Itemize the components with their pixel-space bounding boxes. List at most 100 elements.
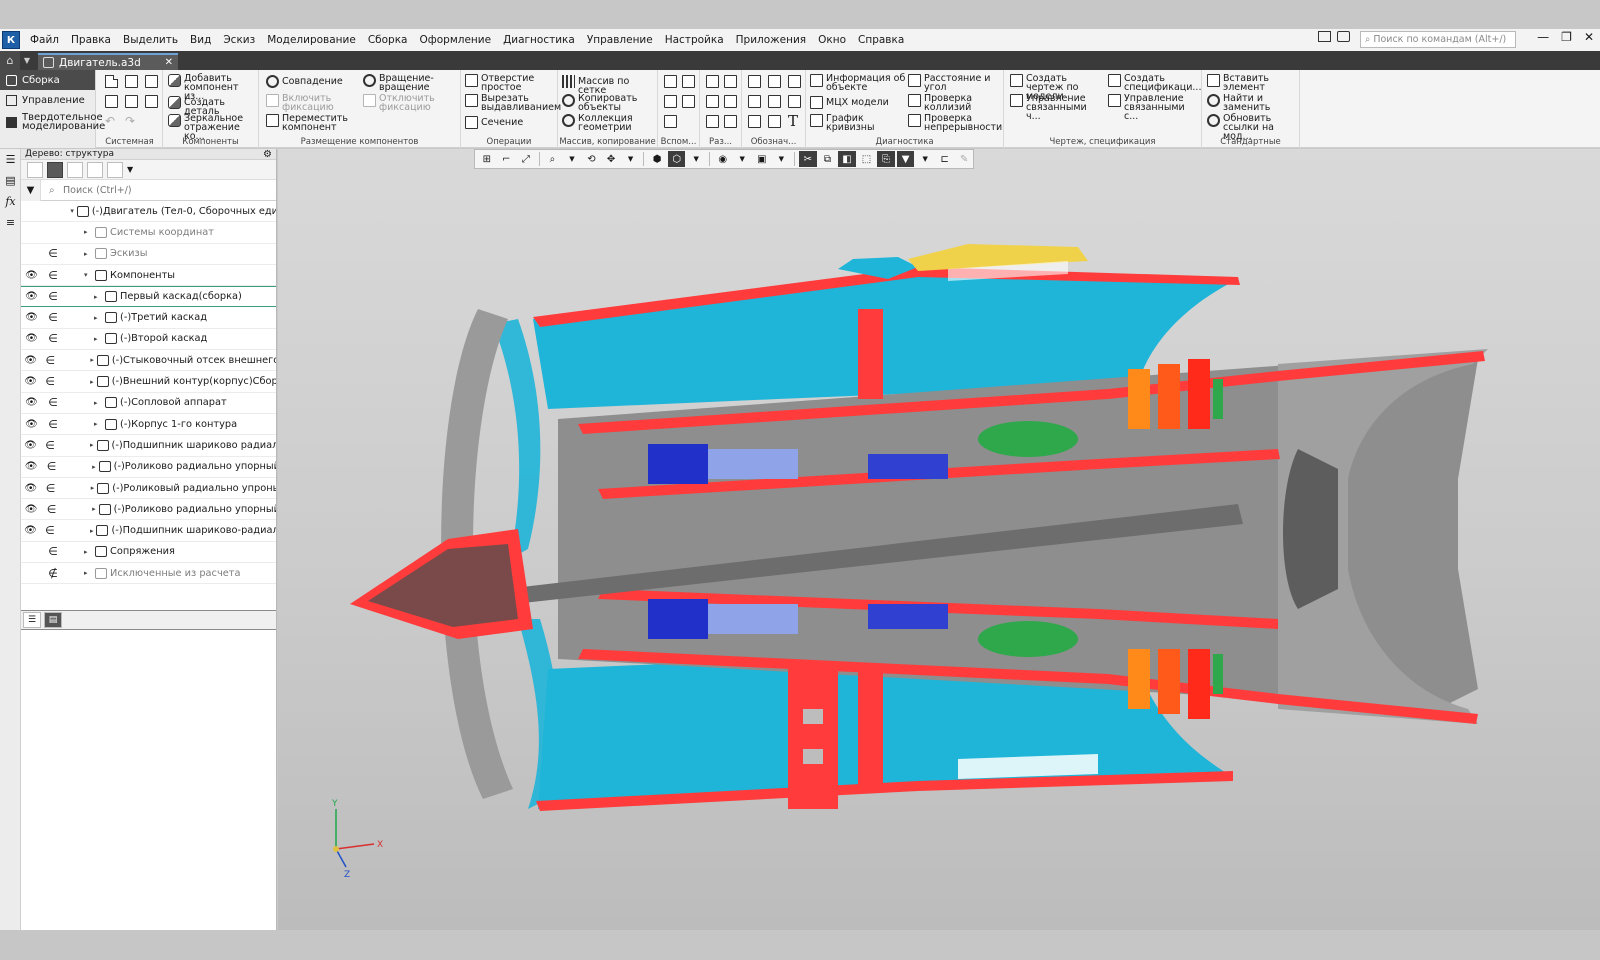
mark-icon[interactable] — [788, 95, 801, 108]
menu-item[interactable]: Правка — [65, 34, 117, 46]
manage-drawings-button[interactable]: Управление связанными ч... — [1010, 94, 1104, 121]
chevron-down-icon[interactable]: ▼ — [20, 51, 34, 70]
expand-toggle-icon[interactable]: ▸ — [84, 548, 92, 556]
diameter-icon[interactable] — [706, 95, 719, 108]
menu-item[interactable]: Файл — [24, 34, 65, 46]
object-info-button[interactable]: Информация об объекте — [810, 74, 906, 92]
close-tab-icon[interactable]: ✕ — [165, 57, 173, 68]
include-icon[interactable]: ∈ — [42, 332, 64, 345]
roughness-icon[interactable] — [768, 75, 781, 88]
new-file-icon[interactable] — [105, 75, 118, 88]
include-icon[interactable]: ∈ — [41, 460, 62, 473]
tolerance-icon[interactable] — [748, 95, 761, 108]
hole-simple-button[interactable]: Отверстие простое — [465, 74, 555, 92]
menu-item[interactable]: Оформление — [414, 34, 498, 46]
tree-row[interactable]: 👁 ∈ ▸ (-)Роликово радиально упорный — [21, 457, 276, 478]
tree-view-icon[interactable] — [27, 161, 43, 178]
command-search-input[interactable]: ⌕ Поиск по командам (Alt+/) — [1360, 31, 1516, 48]
menu-item[interactable]: Моделирование — [261, 34, 362, 46]
chain-icon[interactable] — [724, 115, 737, 128]
engine-cutaway-model[interactable]: Y X Z — [278, 149, 1600, 930]
dimension-icon[interactable] — [706, 75, 719, 88]
radius-icon[interactable] — [724, 75, 737, 88]
insert-element-button[interactable]: Вставить элемент — [1207, 74, 1297, 92]
menu-item[interactable]: Управление — [581, 34, 659, 46]
grid-array-button[interactable]: Массив по сетке — [562, 75, 656, 95]
links-view-icon[interactable] — [67, 161, 83, 178]
tree-row[interactable]: 👁 ∈ ▸ (-)Сопловой аппарат — [21, 393, 276, 414]
expand-toggle-icon[interactable]: ▸ — [92, 505, 96, 513]
save-all-icon[interactable] — [145, 95, 158, 108]
minimize-button[interactable]: — — [1537, 30, 1549, 44]
tree-row[interactable]: ∈ ▸ Эскизы — [21, 244, 276, 265]
menu-item[interactable]: Приложения — [730, 34, 812, 46]
visibility-eye-icon[interactable]: 👁 — [21, 312, 42, 323]
tree-row[interactable]: ▸ Системы координат — [21, 222, 276, 244]
tree-row[interactable]: 👁 ∈ ▸ Первый каскад(сборка) — [21, 286, 276, 308]
visibility-eye-icon[interactable]: 👁 — [21, 376, 40, 387]
copy-objects-button[interactable]: Копировать объекты — [562, 94, 656, 112]
tree-row[interactable]: 👁 ∈ ▸ (-)Подшипник шариково радиальн — [21, 435, 276, 457]
document-tab-icon[interactable]: ▤ — [44, 612, 62, 628]
expand-toggle-icon[interactable]: ▸ — [94, 335, 102, 343]
expand-toggle-icon[interactable]: ▸ — [94, 420, 102, 428]
expand-toggle-icon[interactable]: ▸ — [90, 356, 94, 364]
weld-icon[interactable] — [768, 95, 781, 108]
angle-icon[interactable] — [724, 95, 737, 108]
gear-icon[interactable]: ⚙ — [263, 149, 272, 160]
tree-row[interactable]: 👁 ∈ ▸ (-)Третий каскад — [21, 307, 276, 329]
menu-item[interactable]: Справка — [852, 34, 910, 46]
distance-angle-button[interactable]: Расстояние и угол — [908, 74, 1002, 92]
print-icon[interactable] — [105, 95, 118, 108]
tree-row[interactable]: 👁 ∈ ▸ (-)Второй каскад — [21, 329, 276, 351]
layers-icon[interactable]: ≡ — [0, 212, 21, 233]
cut-extrude-button[interactable]: Вырезать выдавливанием — [465, 94, 561, 112]
expand-toggle-icon[interactable]: ▾ — [84, 271, 92, 279]
menu-item[interactable]: Эскиз — [217, 34, 261, 46]
csys-icon[interactable] — [682, 95, 695, 108]
undo-icon[interactable]: ↶ — [105, 114, 115, 128]
mode-assembly[interactable]: Сборка — [0, 70, 95, 90]
preview-icon[interactable] — [125, 95, 138, 108]
menu-item[interactable]: Диагностика — [497, 34, 581, 46]
curvature-graph-button[interactable]: График кривизны — [810, 114, 906, 132]
include-icon[interactable]: ∈ — [41, 503, 62, 516]
tree-row[interactable]: ∉ ▸ Исключенные из расчета — [21, 563, 276, 585]
base-icon[interactable] — [788, 75, 801, 88]
move-component-button[interactable]: Переместить компонент — [266, 114, 358, 132]
plane-icon[interactable] — [664, 75, 677, 88]
line-icon[interactable] — [664, 115, 677, 128]
continuity-button[interactable]: Проверка непрерывности — [908, 114, 1002, 132]
include-icon[interactable]: ∈ — [42, 418, 64, 431]
visibility-eye-icon[interactable]: 👁 — [21, 483, 40, 494]
variables-icon[interactable]: fx — [0, 191, 21, 212]
include-icon[interactable]: ∈ — [42, 290, 64, 303]
menu-item[interactable]: Выделить — [117, 34, 184, 46]
menu-item[interactable]: Вид — [184, 34, 217, 46]
include-icon[interactable]: ∈ — [40, 482, 60, 495]
maximize-button[interactable]: ❐ — [1561, 30, 1572, 44]
expand-toggle-icon[interactable]: ▸ — [84, 250, 92, 258]
mode-solid-modeling[interactable]: Твердотельное моделирование — [0, 110, 105, 134]
mass-props-button[interactable]: МЦХ модели — [810, 96, 906, 109]
save-icon[interactable] — [145, 75, 158, 88]
visibility-eye-icon[interactable]: 👁 — [21, 419, 42, 430]
visibility-eye-icon[interactable]: 👁 — [21, 333, 42, 344]
panel-toggle-icon[interactable] — [1318, 31, 1331, 42]
expand-toggle-icon[interactable]: ▸ — [84, 228, 92, 236]
expand-toggle-icon[interactable]: ▸ — [90, 378, 94, 386]
tree-row[interactable]: ▾ (-)Двигатель (Тел-0, Сборочных едини — [21, 201, 276, 223]
3d-viewport[interactable]: ⊞ ⌐ ⤢ ⌕ ▼ ⟲ ✥ ▼ ⬢ ⬡ ▼ ◉ ▼ ▣ ▼ ✂ ⧉ ◧ ⬚ ⎘ … — [278, 149, 1600, 930]
menu-item[interactable]: Настройка — [659, 34, 730, 46]
visibility-eye-icon[interactable]: 👁 — [21, 397, 42, 408]
tree-row[interactable]: 👁 ∈ ▸ (-)Роликовый радиально упроный — [21, 478, 276, 500]
close-window-button[interactable]: ✕ — [1584, 30, 1594, 44]
tree-row[interactable]: 👁 ∈ ▸ (-)Подшипник шариково-радиальн — [21, 520, 276, 542]
include-icon[interactable]: ∉ — [42, 567, 64, 580]
position-icon[interactable] — [748, 115, 761, 128]
include-icon[interactable]: ∈ — [40, 375, 60, 388]
expand-toggle-icon[interactable]: ▾ — [70, 207, 74, 215]
tree-row[interactable]: 👁 ∈ ▸ (-)Стыковочный отсек внешнего и — [21, 350, 276, 372]
select-all-icon[interactable] — [87, 161, 103, 178]
linear-icon[interactable] — [706, 115, 719, 128]
